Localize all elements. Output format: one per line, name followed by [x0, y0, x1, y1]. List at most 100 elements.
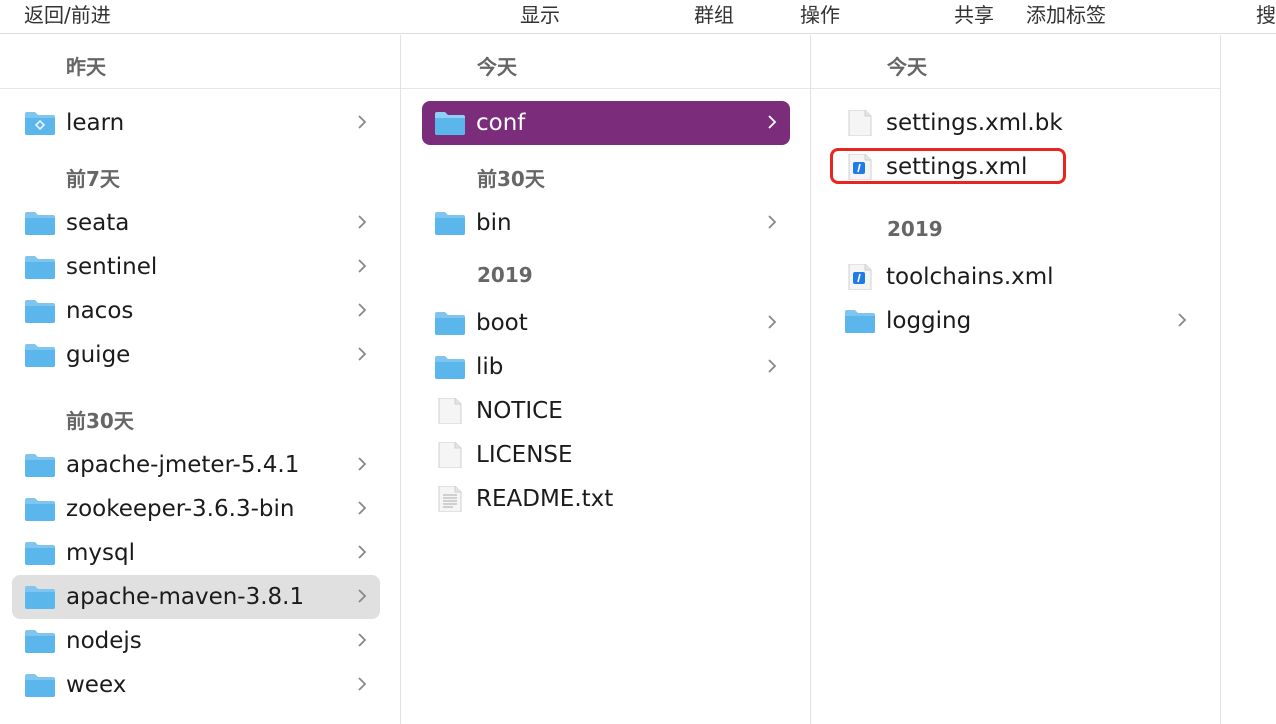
chevron-right-icon: [358, 677, 367, 691]
chevron-right-icon: [358, 545, 367, 559]
chevron-right-icon: [358, 501, 367, 515]
folder-icon: [25, 300, 55, 323]
chevron-right-icon: [358, 303, 367, 317]
xml-file-icon: [848, 264, 872, 290]
item-label: mysql: [66, 540, 135, 566]
chevron-right-icon: [358, 215, 367, 229]
add-tag-button[interactable]: 添加标签: [1026, 2, 1106, 28]
column-header: 昨天: [0, 35, 400, 89]
chevron-right-icon: [768, 315, 777, 329]
list-item-license[interactable]: LICENSE: [422, 433, 790, 477]
folder-icon: [845, 310, 875, 333]
folder-icon: [25, 498, 55, 521]
chevron-right-icon: [358, 115, 367, 129]
folder-icon: [25, 454, 55, 477]
toolbar: 返回/前进 显示 群组 操作 共享 添加标签 搜: [0, 0, 1276, 34]
list-item-guige[interactable]: guige: [12, 333, 380, 377]
list-item-weex[interactable]: weex: [12, 663, 380, 707]
item-label: NOTICE: [476, 398, 563, 424]
back-forward-button[interactable]: 返回/前进: [24, 2, 111, 28]
highlight-annotation: [830, 148, 1066, 184]
item-label: bin: [476, 210, 512, 236]
item-label: weex: [66, 672, 127, 698]
group-label: 2019: [477, 263, 533, 287]
list-item-sentinel[interactable]: sentinel: [12, 245, 380, 289]
document-icon: [438, 442, 462, 468]
item-label: LICENSE: [476, 442, 573, 468]
folder-icon: [25, 542, 55, 565]
special-folder-icon: [25, 112, 55, 135]
list-item-toolchains-xml[interactable]: toolchains.xml: [832, 255, 1200, 299]
item-label: apache-jmeter-5.4.1: [66, 452, 300, 478]
item-label: nodejs: [66, 628, 142, 654]
item-label: zookeeper-3.6.3-bin: [66, 496, 295, 522]
chevron-right-icon: [358, 589, 367, 603]
list-item-learn[interactable]: learn: [12, 101, 380, 145]
folder-icon: [25, 630, 55, 653]
column-header-label: 昨天: [66, 55, 106, 79]
chevron-right-icon: [768, 359, 777, 373]
item-label: learn: [66, 110, 125, 136]
chevron-right-icon: [1178, 313, 1187, 327]
chevron-right-icon: [768, 115, 777, 129]
list-item-bin[interactable]: bin: [422, 201, 790, 245]
list-item-seata[interactable]: seata: [12, 201, 380, 245]
action-button[interactable]: 操作: [800, 2, 840, 28]
column-header-label: 今天: [477, 55, 517, 79]
folder-icon: [25, 586, 55, 609]
list-item-readme[interactable]: README.txt: [422, 477, 790, 521]
column-divider[interactable]: [1220, 35, 1221, 724]
item-label: sentinel: [66, 254, 158, 280]
group-label: 前30天: [66, 409, 134, 433]
folder-icon: [435, 356, 465, 379]
folder-icon: [435, 312, 465, 335]
list-item-conf[interactable]: conf: [422, 101, 790, 145]
list-item-apache-jmeter[interactable]: apache-jmeter-5.4.1: [12, 443, 380, 487]
view-button[interactable]: 显示: [520, 2, 560, 28]
share-button[interactable]: 共享: [954, 2, 994, 28]
text-file-icon: [438, 486, 462, 512]
chevron-right-icon: [358, 347, 367, 361]
chevron-right-icon: [768, 215, 777, 229]
item-label: conf: [476, 110, 526, 136]
document-icon: [438, 398, 462, 424]
list-item-apache-maven[interactable]: apache-maven-3.8.1: [12, 575, 380, 619]
column-header: 今天: [401, 35, 810, 89]
folder-icon: [435, 112, 465, 135]
list-item-zookeeper[interactable]: zookeeper-3.6.3-bin: [12, 487, 380, 531]
item-label: nacos: [66, 298, 134, 324]
item-label: guige: [66, 342, 131, 368]
list-item-nacos[interactable]: nacos: [12, 289, 380, 333]
chevron-right-icon: [358, 633, 367, 647]
folder-icon: [25, 674, 55, 697]
list-item-boot[interactable]: boot: [422, 301, 790, 345]
column-1: 昨天 learn 前7天 seata sentinel nacos guige …: [0, 35, 400, 724]
list-item-lib[interactable]: lib: [422, 345, 790, 389]
list-item-settings-xml-bk[interactable]: settings.xml.bk: [832, 101, 1200, 145]
list-item-mysql[interactable]: mysql: [12, 531, 380, 575]
item-label: settings.xml.bk: [886, 110, 1063, 136]
column-header: 今天: [811, 35, 1220, 89]
folder-icon: [25, 344, 55, 367]
list-item-logging[interactable]: logging: [832, 299, 1200, 343]
column-header-label: 今天: [887, 55, 927, 79]
list-item-notice[interactable]: NOTICE: [422, 389, 790, 433]
search-button[interactable]: 搜: [1256, 2, 1276, 28]
item-label: toolchains.xml: [886, 264, 1054, 290]
item-label: boot: [476, 310, 528, 336]
item-label: seata: [66, 210, 130, 236]
chevron-right-icon: [358, 457, 367, 471]
column-2: 今天 conf 前30天 bin 2019 boot lib NOTICE LI…: [401, 35, 810, 724]
item-label: lib: [476, 354, 504, 380]
column-3: 今天 settings.xml.bk settings.xml 2019 too…: [811, 35, 1220, 724]
item-label: apache-maven-3.8.1: [66, 584, 305, 610]
list-item-nodejs[interactable]: nodejs: [12, 619, 380, 663]
group-button[interactable]: 群组: [694, 2, 734, 28]
document-icon: [848, 110, 872, 136]
group-label: 前30天: [477, 167, 545, 191]
folder-icon: [25, 256, 55, 279]
group-label: 2019: [887, 217, 943, 241]
item-label: README.txt: [476, 486, 614, 512]
item-label: logging: [886, 308, 972, 334]
folder-icon: [25, 212, 55, 235]
